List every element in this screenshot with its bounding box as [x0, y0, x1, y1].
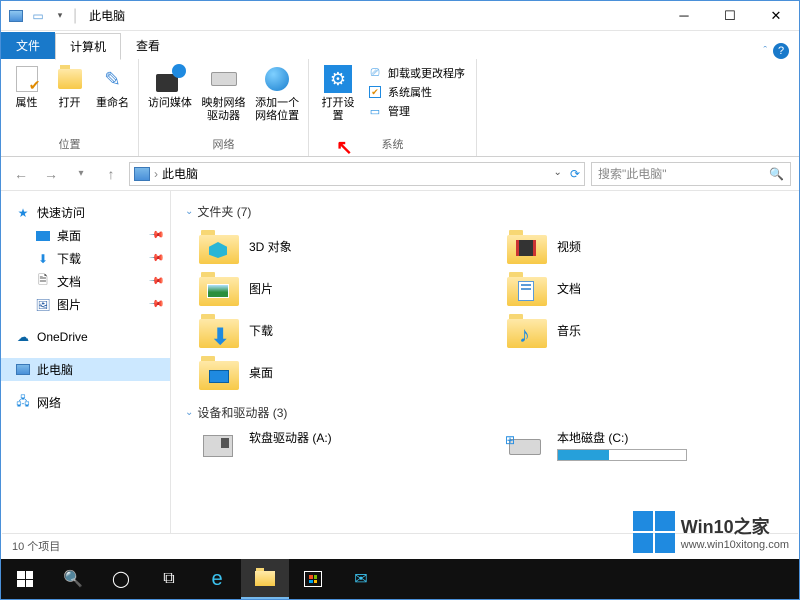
globe-icon: [261, 63, 293, 95]
chevron-down-icon: ⌄: [185, 206, 193, 217]
help-icon[interactable]: ?: [773, 43, 789, 59]
star-icon: ★: [15, 205, 31, 221]
chevron-down-icon: ⌄: [185, 407, 193, 418]
rename-icon: ✎: [97, 63, 129, 95]
pin-icon: 📌: [147, 273, 164, 290]
forward-button[interactable]: →: [39, 162, 63, 186]
properties-button[interactable]: ✔ 属性: [9, 63, 44, 110]
onedrive-icon: ☁: [15, 329, 31, 345]
section-folders-header[interactable]: ⌄ 文件夹 (7): [185, 203, 785, 220]
tab-view[interactable]: 查看: [121, 32, 175, 59]
map-drive-icon: [208, 63, 240, 95]
address-bar[interactable]: › 此电脑 ⌄ ⟳: [129, 162, 585, 186]
download-icon: ⬇: [35, 251, 51, 267]
nav-pictures[interactable]: 🖼 图片📌: [1, 293, 170, 316]
folder-3d-objects[interactable]: 3D 对象: [199, 228, 477, 264]
edge-icon[interactable]: e: [193, 559, 241, 599]
pictures-icon: 🖼: [35, 297, 51, 313]
rename-button[interactable]: ✎ 重命名: [95, 63, 130, 110]
pin-icon: 📌: [147, 227, 164, 244]
refresh-icon[interactable]: ⟳: [570, 167, 580, 181]
cortana-icon[interactable]: ◯: [97, 559, 145, 599]
qat-dropdown-icon[interactable]: ▾: [51, 7, 69, 25]
ribbon: ✔ 属性 打开 ✎ 重命名 位置 访问媒体 映射网络驱动器: [1, 59, 799, 157]
back-button[interactable]: ←: [9, 162, 33, 186]
explorer-icon[interactable]: [241, 559, 289, 599]
open-icon: [54, 63, 86, 95]
group-network-label: 网络: [147, 136, 300, 154]
breadcrumb-thispc[interactable]: 此电脑: [162, 165, 198, 182]
folder-documents[interactable]: 文档: [507, 270, 785, 306]
nav-desktop[interactable]: 桌面📌: [1, 224, 170, 247]
sysprop-icon: ✔: [367, 84, 383, 100]
content-pane: ⌄ 文件夹 (7) 3D 对象 视频 图片 文档 ⬇ 下载: [171, 191, 799, 551]
group-location-label: 位置: [9, 136, 130, 154]
annotation-arrow: ↖: [336, 135, 353, 160]
pin-icon: 📌: [147, 250, 164, 267]
address-row: ← → ▾ ↑ › 此电脑 ⌄ ⟳ 搜索"此电脑" 🔍: [1, 157, 799, 191]
media-icon: [154, 63, 186, 95]
watermark: Win10之家 www.win10xitong.com: [633, 511, 789, 553]
desktop-icon: [35, 228, 51, 244]
open-settings-button[interactable]: ⚙ 打开设置: [317, 63, 359, 123]
tab-file[interactable]: 文件: [1, 32, 55, 59]
store-icon[interactable]: [289, 559, 337, 599]
network-icon: 🖧: [15, 395, 31, 411]
uninstall-icon: ⎚: [367, 65, 383, 81]
window-title: 此电脑: [89, 7, 125, 24]
system-properties-button[interactable]: ✔ 系统属性: [367, 84, 465, 100]
drive-local-c[interactable]: ⊞ 本地磁盘 (C:): [507, 429, 785, 465]
taskbar: 🔍 ◯ ⧉ e ✉: [1, 559, 799, 599]
close-button[interactable]: ✕: [753, 1, 799, 31]
open-button[interactable]: 打开: [52, 63, 87, 110]
manage-button[interactable]: ▭ 管理: [367, 103, 465, 119]
map-drive-button[interactable]: 映射网络驱动器: [201, 63, 247, 123]
qat-properties-icon[interactable]: ▭: [29, 7, 47, 25]
search-icon: 🔍: [769, 167, 784, 181]
access-media-button[interactable]: 访问媒体: [147, 63, 193, 110]
maximize-button[interactable]: ☐: [707, 1, 753, 31]
folder-music[interactable]: ♪ 音乐: [507, 312, 785, 348]
nav-downloads[interactable]: ⬇ 下载📌: [1, 247, 170, 270]
settings-gear-icon: ⚙: [322, 63, 354, 95]
app-icon: [7, 7, 25, 25]
mail-icon[interactable]: ✉: [337, 559, 385, 599]
collapse-ribbon-icon[interactable]: ˆ: [763, 45, 767, 57]
manage-icon: ▭: [367, 103, 383, 119]
task-view-icon[interactable]: ⧉: [145, 559, 193, 599]
folder-videos[interactable]: 视频: [507, 228, 785, 264]
pin-icon: 📌: [147, 296, 164, 313]
nav-this-pc[interactable]: 此电脑: [1, 358, 170, 381]
windows-logo-icon: [633, 511, 675, 553]
ribbon-tabs: 文件 计算机 查看 ˆ ?: [1, 31, 799, 59]
nav-quick-access[interactable]: ★ 快速访问: [1, 201, 170, 224]
document-icon: 🗎: [35, 274, 51, 290]
minimize-button[interactable]: ─: [661, 1, 707, 31]
address-dropdown-icon[interactable]: ⌄: [554, 167, 562, 181]
item-count: 10 个项目: [12, 538, 60, 554]
add-network-location-button[interactable]: 添加一个网络位置: [254, 63, 300, 123]
uninstall-programs-button[interactable]: ⎚ 卸载或更改程序: [367, 65, 465, 81]
properties-icon: ✔: [11, 63, 43, 95]
nav-network[interactable]: 🖧 网络: [1, 391, 170, 414]
start-button[interactable]: [1, 559, 49, 599]
section-devices-header[interactable]: ⌄ 设备和驱动器 (3): [185, 404, 785, 421]
nav-documents[interactable]: 🗎 文档📌: [1, 270, 170, 293]
pc-icon: [15, 362, 31, 378]
folder-downloads[interactable]: ⬇ 下载: [199, 312, 477, 348]
floppy-icon: [199, 429, 239, 465]
drive-icon: ⊞: [507, 429, 547, 465]
drive-floppy[interactable]: 软盘驱动器 (A:): [199, 429, 477, 465]
pc-icon: [134, 167, 150, 181]
nav-onedrive[interactable]: ☁ OneDrive: [1, 326, 170, 348]
recent-dropdown[interactable]: ▾: [69, 162, 93, 186]
tab-computer[interactable]: 计算机: [55, 33, 121, 60]
search-input[interactable]: 搜索"此电脑" 🔍: [591, 162, 791, 186]
taskbar-search-icon[interactable]: 🔍: [49, 559, 97, 599]
up-button[interactable]: ↑: [99, 162, 123, 186]
title-bar: ▭ ▾ | 此电脑 ─ ☐ ✕: [1, 1, 799, 31]
folder-pictures[interactable]: 图片: [199, 270, 477, 306]
navigation-pane: ★ 快速访问 桌面📌 ⬇ 下载📌 🗎 文档📌 🖼 图片📌 ☁ OneDrive …: [1, 191, 171, 551]
folder-desktop[interactable]: 桌面: [199, 354, 477, 390]
